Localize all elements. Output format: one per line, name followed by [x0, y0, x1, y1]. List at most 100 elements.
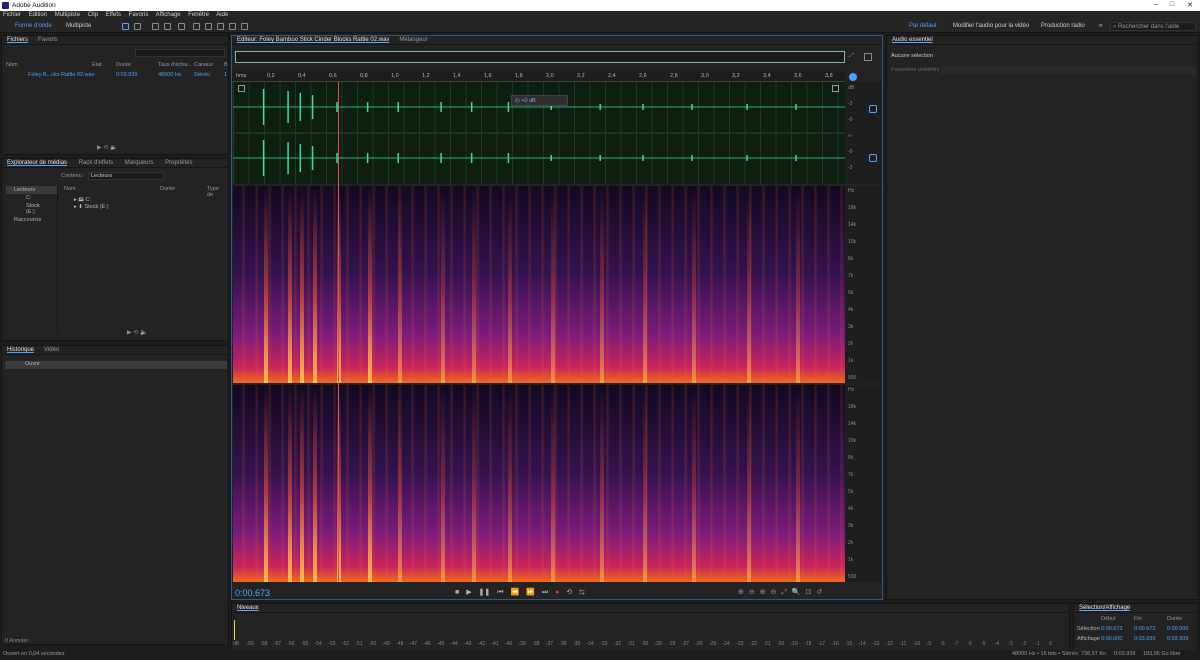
spectral-display-icon[interactable] [122, 23, 129, 30]
tree-stock[interactable]: Stock (E:) [6, 202, 57, 216]
workspace-default[interactable]: Par défaut [906, 22, 940, 31]
close-icon[interactable]: ✕ [1183, 1, 1197, 10]
content-select[interactable]: Lecteurs [88, 172, 164, 180]
tab-files[interactable]: Fichiers [2, 36, 33, 44]
help-search-input[interactable]: ⌕ Rechercher dans l'aide [1110, 22, 1196, 31]
menu-edit[interactable]: Edition [29, 12, 47, 18]
tab-markers[interactable]: Marqueurs [120, 159, 159, 167]
col-channels[interactable]: Canaux [194, 62, 213, 68]
files-search-input[interactable] [135, 49, 225, 57]
hud-volume-control[interactable]: ◴ +0 dB [511, 95, 568, 106]
view-duration-field[interactable]: 0:03.939 [1167, 636, 1188, 642]
tab-effects-rack[interactable]: Rack d'effets [74, 159, 118, 167]
to-end-icon[interactable]: ⏭ [542, 589, 548, 596]
waveform-view-button[interactable]: Forme d'onde [12, 22, 55, 31]
tree-c[interactable]: C: [6, 194, 57, 202]
menu-effects[interactable]: Effets [106, 12, 121, 18]
spectrogram-left[interactable] [233, 186, 845, 383]
brush-tool-icon[interactable] [229, 23, 236, 30]
tree-drives[interactable]: Lecteurs [6, 186, 57, 194]
preset-select[interactable] [941, 66, 1195, 74]
media-item-stock[interactable]: ▸ ⬇ Stock (E:) [74, 204, 109, 210]
level-tick: -13 [872, 641, 880, 647]
media-col-duration[interactable]: Durée [160, 186, 175, 192]
more-workspaces-icon[interactable]: » [1096, 22, 1105, 31]
lasso-tool-icon[interactable] [217, 23, 224, 30]
workspace-edit-audio-video[interactable]: Modifier l'audio pour la vidéo [950, 22, 1032, 31]
stop-icon[interactable]: ■ [455, 589, 459, 596]
sel-start-field[interactable]: 0:00.673 [1101, 626, 1122, 632]
fast-forward-icon[interactable]: ⏩ [526, 589, 535, 596]
menu-multitrack[interactable]: Multipiste [55, 12, 80, 18]
sel-end-field[interactable]: 0:00.673 [1134, 626, 1155, 632]
play-icon[interactable]: ▶ [466, 589, 471, 596]
col-bits[interactable]: B [224, 62, 228, 68]
col-duration[interactable]: Durée [116, 62, 131, 68]
media-playback-controls[interactable]: ▶ ⟲ 🔈 [127, 329, 147, 336]
maximize-icon[interactable]: □ [1165, 1, 1179, 10]
minimize-icon[interactable]: – [1149, 1, 1163, 10]
pause-icon[interactable]: ❚❚ [479, 589, 491, 596]
move-tool-icon[interactable] [152, 23, 159, 30]
sel-duration-field[interactable]: 0:00.000 [1167, 626, 1188, 632]
tab-favorites[interactable]: Favoris [33, 36, 63, 44]
show-hud-icon[interactable] [238, 85, 245, 92]
zoom-full-icon[interactable]: ⤢ [781, 589, 787, 596]
multitrack-view-button[interactable]: Multipiste [63, 22, 94, 31]
spectrogram-right[interactable] [233, 385, 845, 582]
menu-window[interactable]: Fenêtre [188, 12, 209, 18]
media-col-type[interactable]: Type de [207, 186, 226, 198]
zoom-in-time-icon[interactable]: ⊕ [760, 589, 766, 596]
menu-help[interactable]: Aide [216, 12, 228, 18]
time-ruler[interactable]: hms 0,2 0,4 0,6 0,8 1,0 1,2 1,4 1,6 1,8 2,0 2,2 2,4 2… [233, 71, 845, 82]
zoom-in-point-icon[interactable]: 🔍 [792, 589, 801, 596]
zoom-overview-icon[interactable]: ⤢ [849, 53, 857, 61]
playhead[interactable] [337, 82, 339, 582]
rewind-icon[interactable]: ⏪ [510, 589, 519, 596]
healing-tool-icon[interactable] [241, 23, 248, 30]
tab-essential-sound[interactable]: Audio essentiel [887, 36, 938, 44]
zoom-reset-icon[interactable]: ↺ [816, 589, 822, 596]
overview-bar[interactable] [235, 51, 845, 63]
zoom-out-amp-icon[interactable]: ⊖ [749, 589, 755, 596]
col-rate[interactable]: Taux d'écha... [158, 62, 192, 68]
tab-selection-view[interactable]: Sélection/Affichage [1074, 604, 1135, 612]
zoom-selection-icon[interactable]: ⊡ [806, 589, 812, 596]
menu-favorites[interactable]: Favoris [129, 12, 149, 18]
menu-file[interactable]: Fichier [3, 12, 21, 18]
menu-view[interactable]: Affichage [156, 12, 181, 18]
view-end-field[interactable]: 0:03.939 [1134, 636, 1155, 642]
channel-l-toggle[interactable] [869, 105, 877, 113]
tab-mixer[interactable]: Mélangeur [394, 36, 432, 44]
marker-icon[interactable] [849, 73, 857, 81]
spectral-pitch-icon[interactable] [134, 23, 141, 30]
view-start-field[interactable]: 0:00.000 [1101, 636, 1122, 642]
workspace-radio-production[interactable]: Production radio [1038, 22, 1088, 31]
razor-tool-icon[interactable] [164, 23, 171, 30]
media-col-name[interactable]: Nom [64, 186, 76, 192]
col-name[interactable]: Nom [6, 62, 18, 68]
marquee-tool-icon[interactable] [205, 23, 212, 30]
time-selection-icon[interactable] [193, 23, 200, 30]
tab-editor[interactable]: Editeur: Foley Bamboo Stick Cinder Block… [232, 36, 394, 44]
slip-tool-icon[interactable] [178, 23, 185, 30]
menu-clip[interactable]: Clip [88, 12, 98, 18]
loop-icon[interactable]: ⟲ [566, 589, 572, 596]
col-state[interactable]: Etat [92, 62, 102, 68]
tab-history[interactable]: Historique [2, 346, 39, 354]
zoom-in-amp-icon[interactable]: ⊕ [738, 589, 744, 596]
channel-r-toggle[interactable] [869, 154, 877, 162]
history-item-open[interactable]: Ouvrir [5, 361, 227, 369]
files-playback-controls[interactable]: ▶ ⟲ 🔈 [97, 144, 117, 151]
tab-media-browser[interactable]: Explorateur de médias [2, 159, 72, 167]
overview-menu-icon[interactable] [864, 53, 872, 61]
tab-levels[interactable]: Niveaux [232, 604, 264, 612]
zoom-out-time-icon[interactable]: ⊖ [770, 589, 776, 596]
tree-shortcuts[interactable]: Raccourcis [6, 216, 57, 224]
tab-properties[interactable]: Propriétés [160, 159, 197, 167]
record-icon[interactable]: ● [555, 589, 559, 596]
skip-icon[interactable]: ⇆ [579, 589, 585, 596]
to-start-icon[interactable]: ⏮ [497, 589, 503, 596]
tab-video[interactable]: Vidéo [39, 346, 64, 354]
fit-view-icon[interactable] [832, 85, 839, 92]
